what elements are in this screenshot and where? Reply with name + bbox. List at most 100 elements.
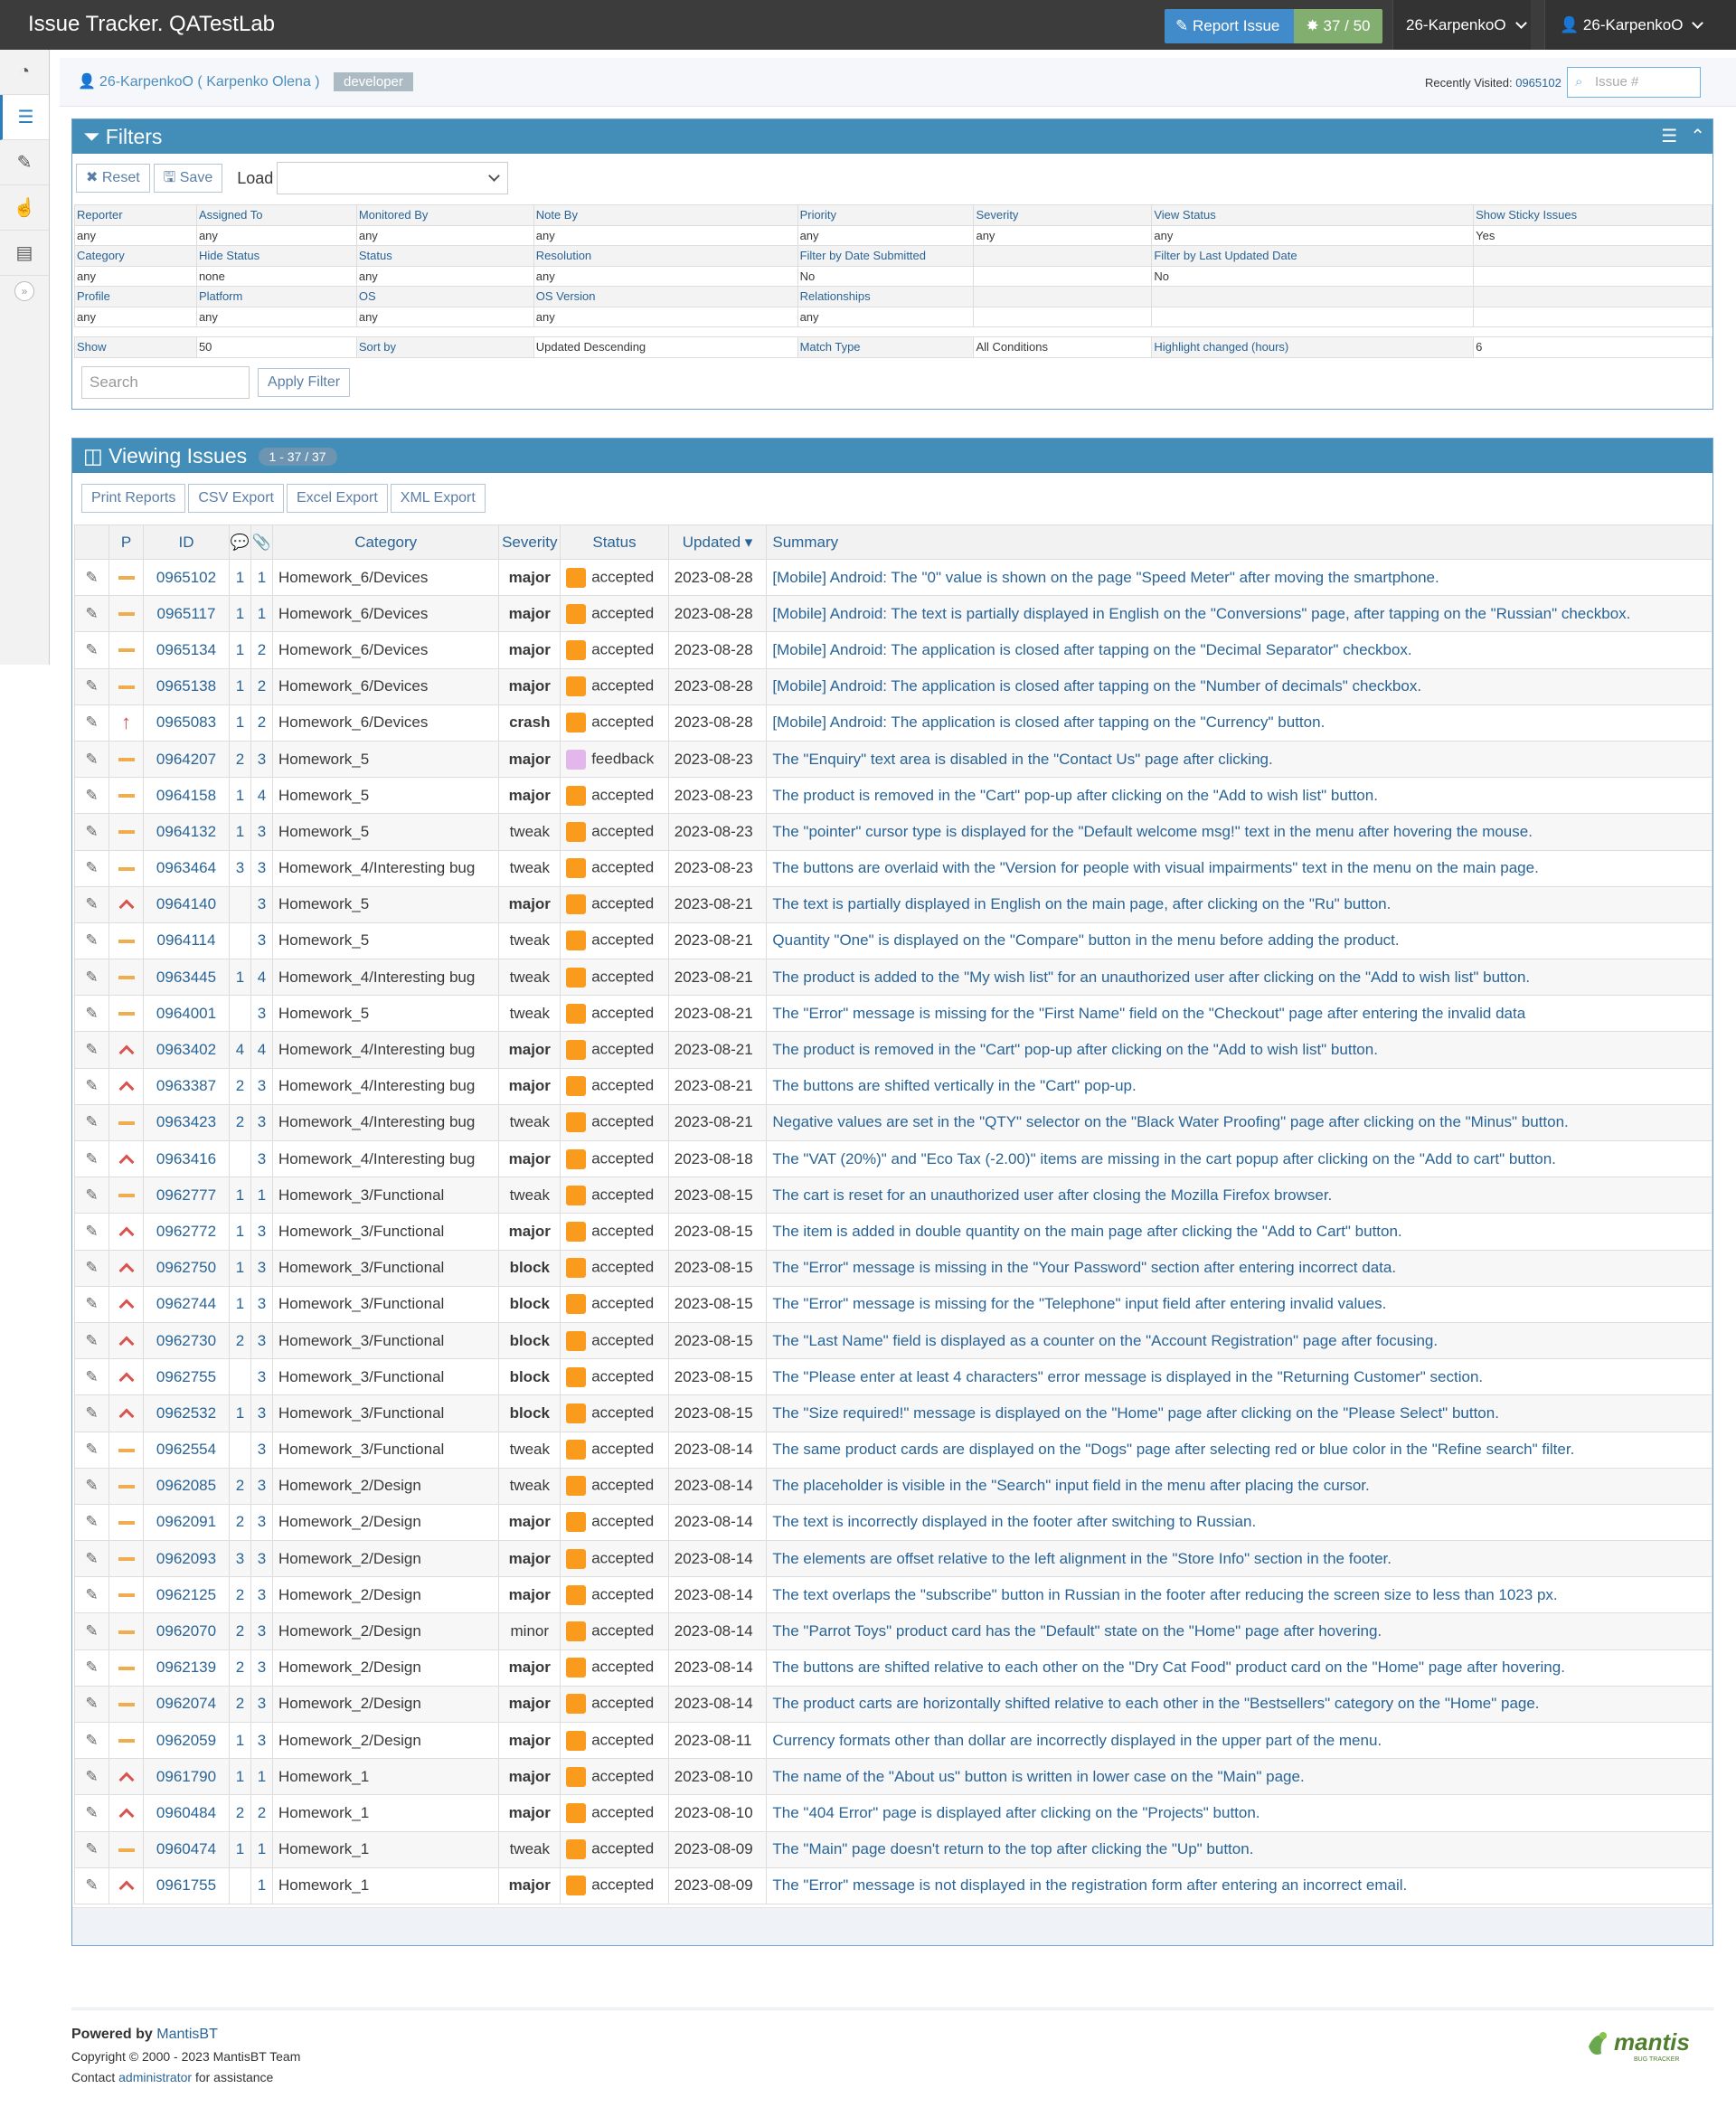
filter-sort-label[interactable]: Sort by [355,336,534,358]
pencil-icon[interactable]: ✎ [85,1622,98,1640]
issue-id-link[interactable]: 0962070 [156,1622,216,1640]
summary-link[interactable]: The "Please enter at least 4 characters"… [772,1368,1483,1385]
issue-count-button[interactable]: ✸ 37 / 50 [1294,9,1382,43]
mantisbt-link[interactable]: MantisBT [156,2027,218,2042]
filter-label[interactable]: OS Version [533,286,798,307]
sidebar-item-dashboard[interactable]: ◔ [0,50,49,95]
table-row[interactable]: ✎ 0961790 1 1 Homework_1 major accepted 2023-08… [74,1758,1712,1796]
table-row[interactable]: ✎ 0962554 3 Homework_3/Functional tweak accep… [74,1431,1712,1469]
issue-id-link[interactable]: 0960484 [156,1804,216,1821]
filter-label[interactable]: Note By [533,204,798,226]
table-row[interactable]: ✎ 0962750 1 3 Homework_3/Functional block acce… [74,1249,1712,1287]
issue-id-link[interactable]: 0962755 [156,1368,216,1385]
issue-id-link[interactable]: 0962091 [156,1513,216,1530]
pencil-icon[interactable]: ✎ [85,1804,98,1821]
filter-label[interactable]: Resolution [533,245,798,267]
pencil-icon[interactable]: ✎ [85,931,98,949]
search-input[interactable]: Search [81,366,250,399]
report-issue-button[interactable]: ✎ Report Issue [1165,9,1294,43]
issue-id-link[interactable]: 0965102 [156,569,216,586]
issue-number-input[interactable]: ⌕ Issue # [1567,67,1701,98]
issue-id-link[interactable]: 0964158 [156,787,216,804]
summary-link[interactable]: The "Error" message is missing for the "… [772,1295,1386,1312]
filter-label[interactable]: Show Sticky Issues [1473,204,1712,226]
summary-link[interactable]: [Mobile] Android: The application is clo… [772,641,1411,658]
table-row[interactable]: ✎ 0962085 2 3 Homework_2/Design tweak accepted… [74,1467,1712,1505]
summary-link[interactable]: The "pointer" cursor type is displayed f… [772,823,1533,840]
table-row[interactable]: ✎ 0965138 1 2 Homework_6/Devices major accepte… [74,667,1712,705]
summary-link[interactable]: The buttons are shifted vertically in th… [772,1077,1136,1094]
csv-export-button[interactable]: CSV Export [188,484,284,513]
issue-id-link[interactable]: 0962730 [156,1332,216,1349]
summary-link[interactable]: The text overlaps the "subscribe" button… [772,1586,1557,1603]
issue-id-link[interactable]: 0963423 [156,1113,216,1130]
col-status[interactable]: Status [560,525,669,560]
issue-id-link[interactable]: 0964207 [156,751,216,768]
pencil-icon[interactable]: ✎ [85,1077,98,1094]
table-row[interactable]: ✎ 0963402 4 4 Homework_4/Interesting bug majo… [74,1031,1712,1069]
issue-id-link[interactable]: 0962074 [156,1695,216,1712]
filter-label[interactable]: Severity [973,204,1153,226]
pencil-icon[interactable]: ✎ [85,1586,98,1603]
filter-label[interactable]: Assigned To [195,204,357,226]
breadcrumb-user[interactable]: 👤 26-KarpenkoO ( Karpenko Olena ) [78,72,320,90]
table-row[interactable]: ✎ 0964132 1 3 Homework_5 tweak accepted 2023-08… [74,813,1712,851]
table-row[interactable]: ✎ 0962139 2 3 Homework_2/Design major accepted… [74,1649,1712,1687]
pencil-icon[interactable]: ✎ [85,1477,98,1494]
table-row[interactable]: ✎ 0962091 2 3 Homework_2/Design major accepted… [74,1503,1712,1542]
table-row[interactable]: ✎ 0963423 2 3 Homework_4/Interesting bug twea… [74,1103,1712,1142]
table-row[interactable]: ✎ 0963445 1 4 Homework_4/Interesting bug twea… [74,959,1712,997]
table-row[interactable]: ✎ 0962074 2 3 Homework_2/Design major accepted… [74,1685,1712,1724]
summary-link[interactable]: The text is incorrectly displayed in the… [772,1513,1256,1530]
filter-label[interactable]: Reporter [74,204,197,226]
summary-link[interactable]: The "VAT (20%)" and "Eco Tax (-2.00)" it… [772,1150,1555,1167]
table-row[interactable]: ✎ 0963387 2 3 Homework_4/Interesting bug majo… [74,1067,1712,1105]
pencil-icon[interactable]: ✎ [85,1768,98,1785]
filter-label[interactable]: Filter by Date Submitted [797,245,975,267]
table-row[interactable]: ✎ 0964140 3 Homework_5 major accepted 2023-08-… [74,885,1712,923]
summary-link[interactable]: The item is added in double quantity on … [772,1223,1401,1240]
summary-link[interactable]: The product is added to the "My wish lis… [772,969,1530,986]
filter-label[interactable]: Platform [195,286,357,307]
issue-id-link[interactable]: 0963402 [156,1041,216,1058]
summary-link[interactable]: The "Error" message is missing in the "Y… [772,1259,1396,1276]
col-summary[interactable]: Summary [766,525,1712,560]
summary-link[interactable]: The placeholder is visible in the "Searc… [772,1477,1369,1494]
summary-link[interactable]: [Mobile] Android: The text is partially … [772,605,1630,622]
filter-match-label[interactable]: Match Type [797,336,975,358]
table-row[interactable]: ✎ 0965117 1 1 Homework_6/Devices major accepte… [74,595,1712,633]
pencil-icon[interactable]: ✎ [85,1404,98,1422]
col-category[interactable]: Category [271,525,500,560]
pencil-icon[interactable]: ✎ [85,823,98,840]
issue-id-link[interactable]: 0963416 [156,1150,216,1167]
pencil-icon[interactable]: ✎ [85,751,98,768]
filter-label[interactable]: View Status [1151,204,1475,226]
pencil-icon[interactable]: ✎ [85,1659,98,1676]
issue-id-link[interactable]: 0962532 [156,1404,216,1422]
filter-highlight-label[interactable]: Highlight changed (hours) [1151,336,1475,358]
issue-id-link[interactable]: 0962772 [156,1223,216,1240]
issue-id-link[interactable]: 0965138 [156,677,216,695]
pencil-icon[interactable]: ✎ [85,1332,98,1349]
sidebar-item-report-issue[interactable]: ✎ [0,140,49,185]
pencil-icon[interactable]: ✎ [85,1732,98,1749]
pencil-icon[interactable]: ✎ [85,1223,98,1240]
col-updated[interactable]: Updated ▾ [667,525,768,560]
filter-label[interactable]: Priority [797,204,975,226]
pencil-icon[interactable]: ✎ [85,569,98,586]
issue-id-link[interactable]: 0962139 [156,1659,216,1676]
summary-link[interactable]: The cart is reset for an unauthorized us… [772,1186,1332,1204]
pencil-icon[interactable]: ✎ [85,1840,98,1857]
sidebar-item-changelog[interactable]: ☝ [0,185,49,231]
table-row[interactable]: ✎ 0962730 2 3 Homework_3/Functional block acce… [74,1321,1712,1360]
summary-link[interactable]: The "Last Name" field is displayed as a … [772,1332,1438,1349]
table-row[interactable]: ✎ 0960484 2 2 Homework_1 major accepted 2023-08… [74,1794,1712,1832]
pencil-icon[interactable]: ✎ [85,1186,98,1204]
table-row[interactable]: ✎ 0962755 3 Homework_3/Functional block accep… [74,1358,1712,1396]
sidebar-collapse-toggle[interactable]: » [0,276,49,307]
pencil-icon[interactable]: ✎ [85,1441,98,1458]
sidebar-item-summary[interactable]: ▤ [0,231,49,276]
filter-label[interactable]: Monitored By [355,204,534,226]
table-row[interactable]: ✎ ↑ 0965083 1 2 Homework_6/Devices crash accept… [74,704,1712,742]
issue-id-link[interactable]: 0965134 [156,641,216,658]
